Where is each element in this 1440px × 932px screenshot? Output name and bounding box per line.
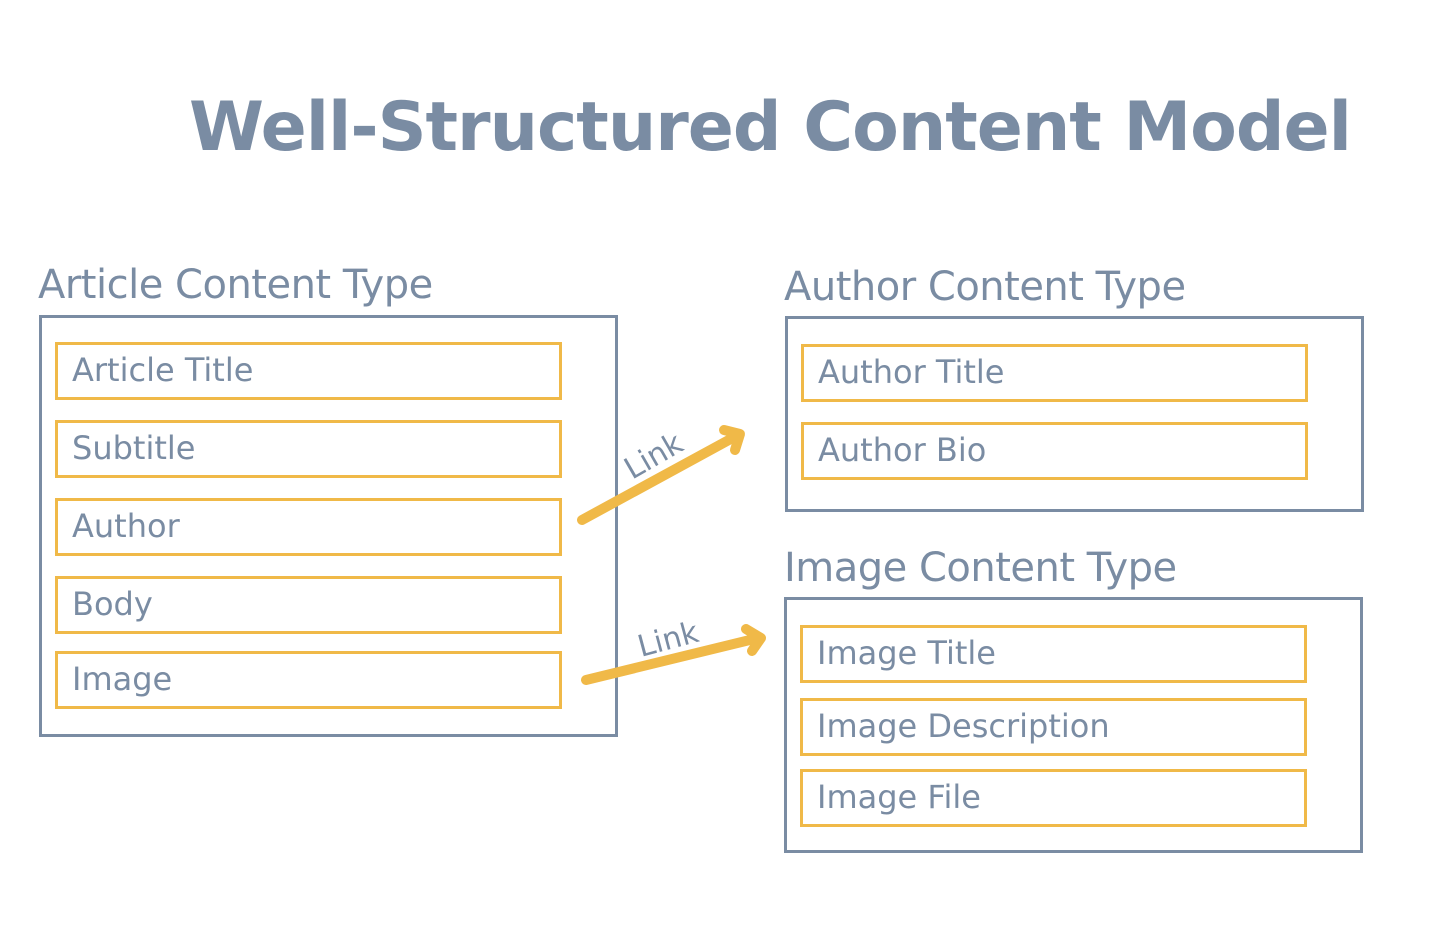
- link-arrows: Link Link: [577, 425, 766, 685]
